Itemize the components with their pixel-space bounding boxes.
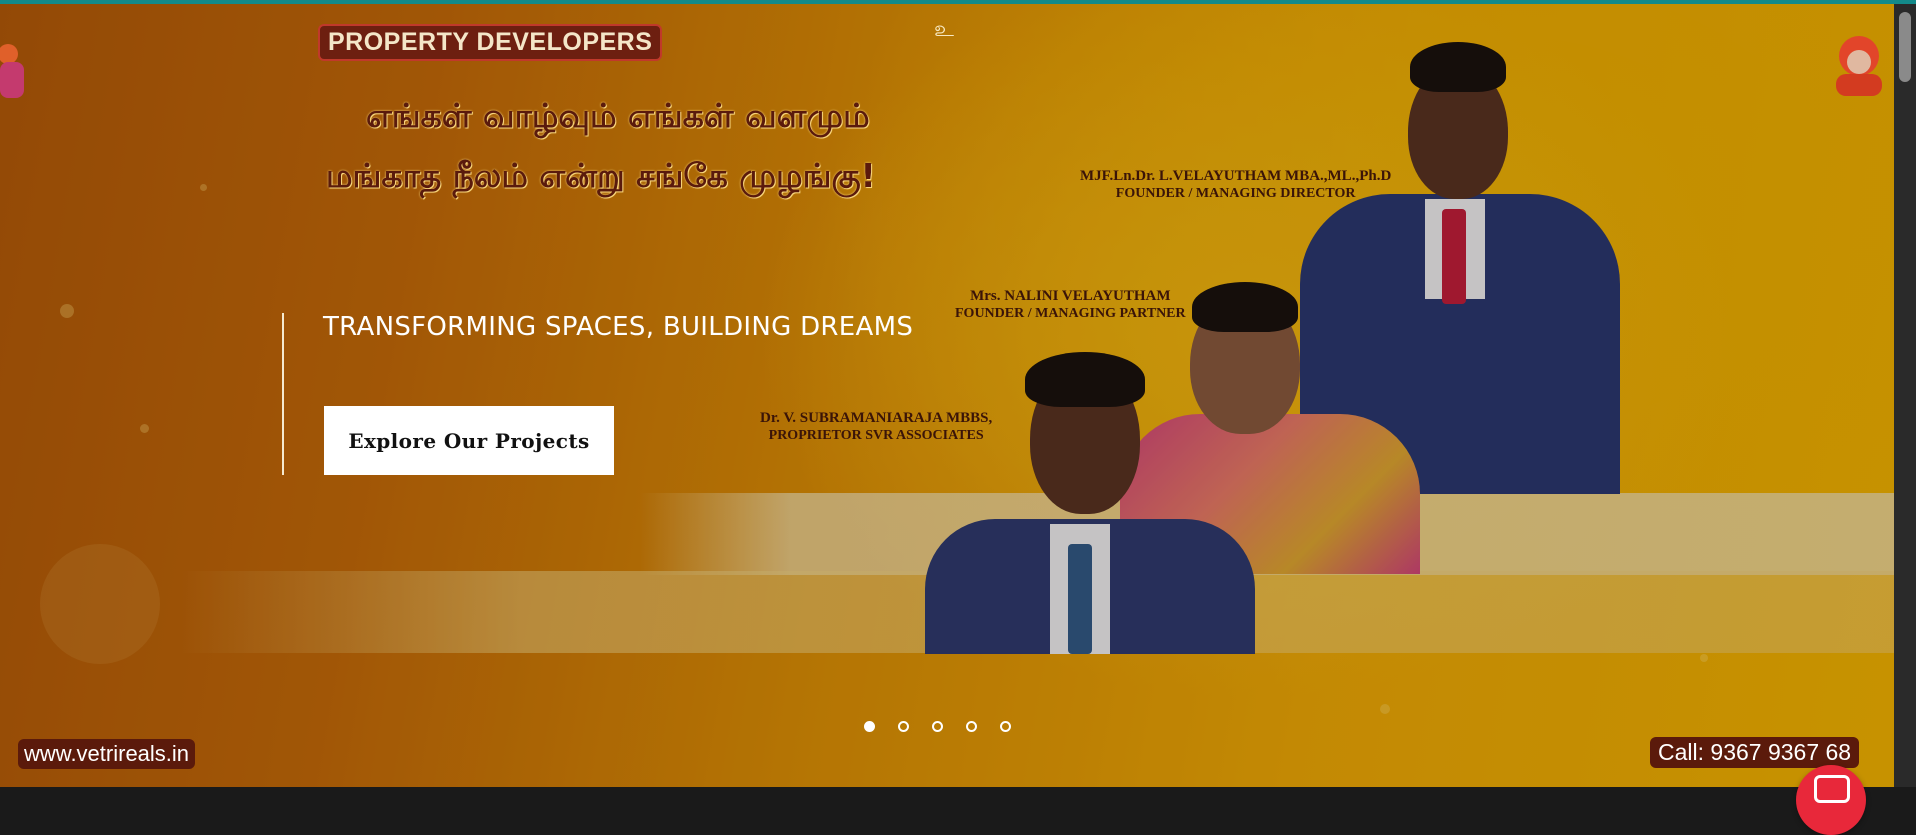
- chat-button[interactable]: [1796, 765, 1866, 835]
- tamil-slogan-line-1: எங்கள் வாழ்வும் எங்கள் வளமும்: [366, 96, 870, 135]
- deity-icon: [0, 44, 24, 98]
- hero-headline: TRANSFORMING SPACES, BUILDING DREAMS: [323, 312, 914, 342]
- phone-label: Call: 9367 9367 68: [1650, 737, 1860, 768]
- carousel-dot-3[interactable]: [932, 721, 943, 732]
- carousel-dot-4[interactable]: [966, 721, 977, 732]
- hero-slider: [0, 4, 1894, 787]
- founder-label: MJF.Ln.Dr. L.VELAYUTHAM MBA.,ML.,Ph.D FO…: [1080, 168, 1391, 202]
- partner-name: Mrs. NALINI VELAYUTHAM: [970, 288, 1171, 304]
- proprietor-label: Dr. V. SUBRAMANIARAJA MBBS, PROPRIETOR S…: [760, 410, 992, 444]
- scrollbar-track[interactable]: [1894, 4, 1916, 787]
- partner-role: FOUNDER / MANAGING PARTNER: [955, 306, 1186, 321]
- explore-projects-button[interactable]: Explore Our Projects: [324, 406, 614, 475]
- sai-baba-icon: [1836, 36, 1882, 96]
- carousel-dot-1[interactable]: [864, 721, 875, 732]
- proprietor-role: PROPRIETOR SVR ASSOCIATES: [768, 428, 984, 443]
- carousel-dot-5[interactable]: [1000, 721, 1011, 732]
- proprietor-name: Dr. V. SUBRAMANIARAJA MBBS,: [760, 410, 993, 426]
- founder-role: FOUNDER / MANAGING DIRECTOR: [1115, 186, 1356, 201]
- scrollbar-thumb[interactable]: [1899, 12, 1911, 82]
- company-logo: உ: [934, 16, 954, 41]
- headline-divider: [282, 313, 284, 475]
- founder-name: MJF.Ln.Dr. L.VELAYUTHAM MBA.,ML.,Ph.D: [1080, 168, 1392, 184]
- property-developers-badge: PROPERTY DEVELOPERS: [318, 24, 663, 61]
- tamil-slogan-line-2: மங்காத நீலம் என்று சங்கே முழங்கு!: [326, 156, 876, 195]
- carousel-dots: [864, 721, 1011, 732]
- dark-overlay: [0, 4, 1894, 787]
- carousel-dot-2[interactable]: [898, 721, 909, 732]
- website-label: www.vetrireals.in: [18, 739, 196, 769]
- partner-label: Mrs. NALINI VELAYUTHAM FOUNDER / MANAGIN…: [955, 288, 1186, 322]
- chat-icon: [1814, 775, 1850, 803]
